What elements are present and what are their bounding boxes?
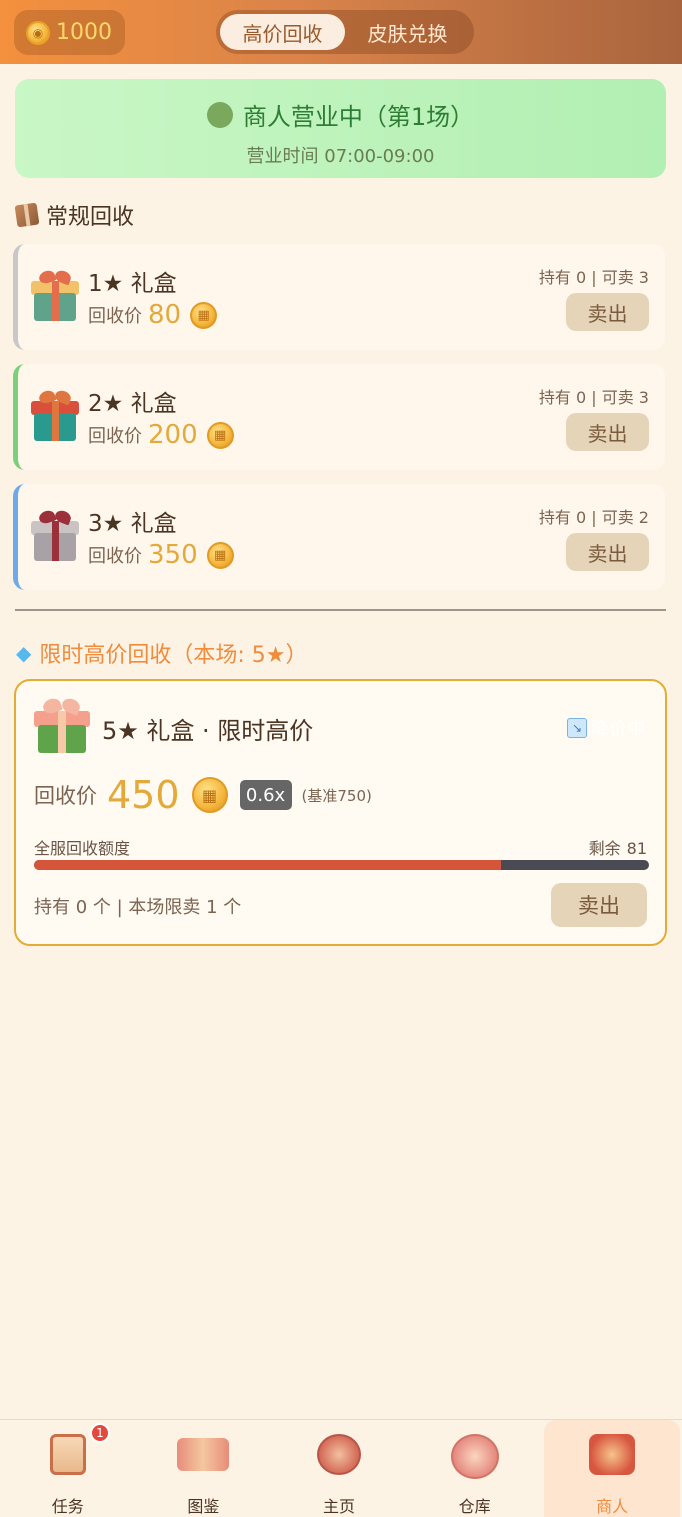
- regular-recycle-header: 常规回收: [14, 199, 135, 231]
- quota-progress-bar: [34, 860, 649, 870]
- nav-item-merchant[interactable]: 商人: [544, 1420, 680, 1517]
- nav-item-tasks[interactable]: 1 任务: [0, 1420, 136, 1517]
- nav-label: 任务: [51, 1497, 84, 1516]
- price-label: 回收价: [88, 306, 142, 327]
- list-item: 3★ 礼盒 回收价 350 ▦ 持有 0 | 可卖 2 卖出: [13, 484, 665, 590]
- base-price: (基准750): [301, 786, 372, 805]
- section-title: 常规回收: [46, 205, 135, 230]
- price-row: 回收价 450 ▦ 0.6x (基准750): [34, 773, 372, 817]
- coin-icon: ▦: [190, 301, 218, 329]
- section-divider: [15, 609, 666, 611]
- merchant-icon: [589, 1434, 636, 1475]
- coin-icon: ▦: [206, 421, 234, 449]
- item-name: 2★ 礼盒: [88, 391, 177, 417]
- nav-label: 商人: [596, 1497, 629, 1516]
- price-row: 回收价 350 ▦: [88, 540, 234, 570]
- home-icon: [316, 1434, 361, 1475]
- price-value: 80: [148, 300, 182, 330]
- remain-label: 剩余: [588, 839, 621, 858]
- quota-label: 全服回收额度: [34, 839, 131, 858]
- warehouse-icon: [450, 1434, 499, 1479]
- limited-recycle-header: ◆ 限时高价回收（本场: 5★）: [16, 637, 308, 669]
- coin-icon: ▦: [206, 541, 234, 569]
- package-icon: [14, 202, 40, 228]
- sell-button[interactable]: 卖出: [566, 413, 649, 451]
- nav-label: 主页: [322, 1497, 355, 1516]
- quota-remaining: 剩余 81: [589, 835, 647, 859]
- sell-button[interactable]: 卖出: [551, 883, 647, 927]
- remain-value: 81: [626, 839, 647, 858]
- hold-info: 持有 0 | 可卖 3: [538, 388, 649, 407]
- book-icon: [177, 1438, 230, 1471]
- nav-item-home[interactable]: 主页: [271, 1420, 407, 1517]
- coin-icon: ◉: [26, 20, 50, 45]
- gift-box-3star-icon: [31, 508, 79, 561]
- limited-offer-card: 5★ 礼盒 · 限时高价 ↘ 降价中 回收价 450 ▦ 0.6x (基准750…: [14, 679, 667, 946]
- coin-icon: ▦: [191, 777, 228, 813]
- hold-info: 持有 0 个 | 本场限卖 1 个: [34, 897, 242, 918]
- hold-info: 持有 0 | 可卖 3: [538, 268, 649, 287]
- coin-count: 1000: [56, 20, 112, 45]
- status-title: 商人营业中（第1场）: [242, 103, 475, 131]
- price-row: 回收价 200 ▦: [88, 420, 234, 450]
- diamond-icon: ◆: [16, 641, 32, 665]
- item-name: 5★ 礼盒 · 限时高价: [102, 717, 314, 745]
- quota-progress-fill: [34, 860, 502, 870]
- sell-button[interactable]: 卖出: [566, 533, 649, 571]
- tab-switcher: 高价回收 皮肤兑换: [216, 10, 474, 54]
- status-dot-icon: [206, 101, 233, 128]
- hold-info: 持有 0 | 可卖 2: [538, 508, 649, 527]
- tab-skin-exchange[interactable]: 皮肤兑换: [345, 14, 470, 50]
- nav-label: 仓库: [458, 1497, 491, 1516]
- tab-high-price-recycle[interactable]: 高价回收: [220, 14, 345, 50]
- price-value: 200: [148, 420, 198, 450]
- bottom-nav: 1 任务 图鉴 主页 仓库 商人: [0, 1419, 682, 1517]
- section-title: 限时高价回收（本场: 5★）: [39, 643, 308, 668]
- price-trend: ↘ 降价中: [567, 715, 645, 741]
- item-name: 1★ 礼盒: [88, 271, 177, 297]
- gift-box-2star-icon: [31, 388, 79, 441]
- list-item: 1★ 礼盒 回收价 80 ▦ 持有 0 | 可卖 3 卖出: [13, 244, 665, 350]
- business-hours: 营业时间 07:00-09:00: [246, 146, 435, 167]
- coin-balance: ◉ 1000: [14, 10, 125, 55]
- gift-box-5star-icon: [34, 696, 90, 753]
- item-name: 3★ 礼盒: [88, 511, 177, 537]
- price-label: 回收价: [34, 784, 97, 808]
- price-value: 450: [107, 773, 180, 817]
- price-label: 回收价: [88, 546, 142, 567]
- price-row: 回收价 80 ▦: [88, 300, 218, 330]
- nav-item-collection[interactable]: 图鉴: [136, 1420, 272, 1517]
- gift-box-1star-icon: [31, 268, 79, 321]
- top-bar: ◉ 1000 高价回收 皮肤兑换: [0, 0, 682, 64]
- list-item: 2★ 礼盒 回收价 200 ▦ 持有 0 | 可卖 3 卖出: [13, 364, 665, 470]
- trend-label: 降价中: [591, 719, 645, 740]
- chart-down-icon: ↘: [567, 718, 587, 738]
- nav-item-warehouse[interactable]: 仓库: [407, 1420, 543, 1517]
- multiplier-badge: 0.6x: [239, 780, 292, 810]
- price-value: 350: [148, 540, 198, 570]
- merchant-status-banner: 商人营业中（第1场） 营业时间 07:00-09:00: [15, 79, 666, 178]
- sell-button[interactable]: 卖出: [566, 293, 649, 331]
- nav-label: 图鉴: [187, 1497, 220, 1516]
- price-label: 回收价: [88, 426, 142, 447]
- task-scroll-icon: [49, 1434, 86, 1475]
- notification-badge: 1: [90, 1423, 110, 1443]
